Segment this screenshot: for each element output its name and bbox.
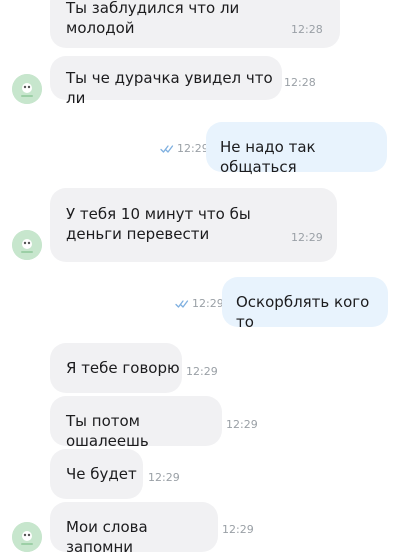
message-text: Мои слова запомни xyxy=(66,518,148,556)
message-time: 12:28 xyxy=(284,76,316,89)
double-check-icon xyxy=(160,145,174,153)
message-text: Не надо так общаться xyxy=(220,138,316,176)
message-time: 12:29 xyxy=(291,231,323,244)
message-time: 12:29 xyxy=(148,471,180,484)
incoming-message[interactable]: Ты заблудился что ли молодой 12:28 xyxy=(50,0,340,48)
incoming-message[interactable]: Я тебе говорю xyxy=(50,343,182,393)
avatar-icon xyxy=(12,522,42,552)
message-time: 12:29 xyxy=(186,365,218,378)
message-time: 12:29 xyxy=(192,297,224,310)
message-meta: 12:29 xyxy=(175,298,224,310)
message-text: Я тебе говорю xyxy=(66,359,180,377)
message-time: 12:29 xyxy=(222,523,254,536)
message-text: Оскорблять кого то xyxy=(236,293,370,331)
incoming-message[interactable]: Мои слова запомни xyxy=(50,502,218,556)
message-text: Че будет xyxy=(66,465,137,483)
message-meta: 12:29 xyxy=(160,143,209,155)
contact-avatar[interactable] xyxy=(12,74,42,104)
contact-avatar[interactable] xyxy=(12,230,42,260)
avatar-icon xyxy=(12,74,42,104)
incoming-message[interactable]: У тебя 10 минут что бы деньги перевести … xyxy=(50,188,337,262)
message-text: Ты заблудился что ли молодой xyxy=(66,0,240,37)
message-text: Ты че дурачка увидел что ли xyxy=(66,69,273,107)
message-text: У тебя 10 минут что бы деньги перевести xyxy=(66,205,251,243)
outgoing-message[interactable]: Не надо так общаться xyxy=(206,122,387,176)
avatar-icon xyxy=(12,230,42,260)
message-time: 12:28 xyxy=(291,23,323,36)
message-text: Ты потом ошалеешь xyxy=(66,412,149,450)
contact-avatar[interactable] xyxy=(12,522,42,552)
incoming-message[interactable]: Ты потом ошалеешь xyxy=(50,396,222,450)
outgoing-message[interactable]: Оскорблять кого то xyxy=(222,277,388,331)
incoming-message[interactable]: Че будет xyxy=(50,449,143,499)
incoming-message[interactable]: Ты че дурачка увидел что ли xyxy=(50,56,282,107)
double-check-icon xyxy=(175,300,189,308)
message-time: 12:29 xyxy=(226,418,258,431)
message-time: 12:29 xyxy=(177,142,209,155)
chat-history[interactable]: Ты заблудился что ли молодой 12:28 Ты че… xyxy=(0,0,400,559)
